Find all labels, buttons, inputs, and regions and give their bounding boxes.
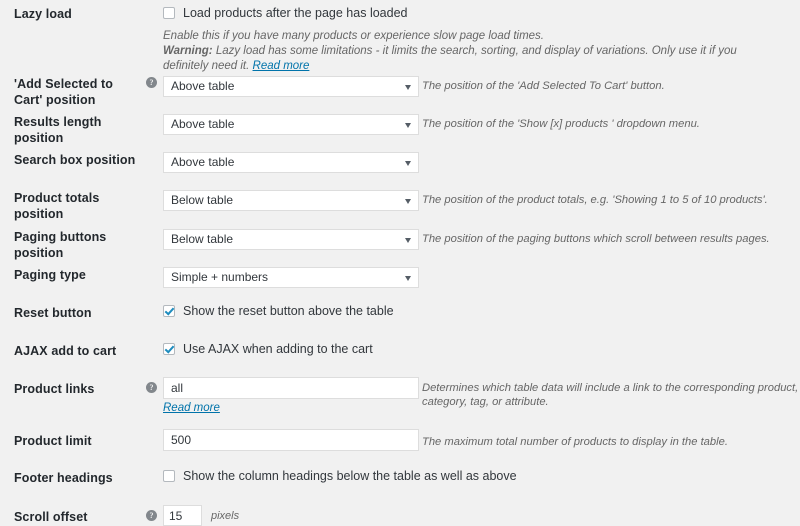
select-value: Above table [171, 79, 235, 93]
field-product-totals-position: Below table [163, 190, 419, 211]
field-footer-headings: Show the column headings below the table… [163, 469, 517, 483]
scroll-offset-control: pixels [163, 505, 239, 526]
chevron-down-icon [405, 199, 411, 204]
input-scroll-offset[interactable] [163, 505, 202, 526]
chevron-down-icon [405, 238, 411, 243]
description-lazy-load-line1: Enable this if you have many products or… [163, 30, 544, 42]
field-scroll-offset: pixels [163, 505, 239, 526]
label-paging-type: Paging type [14, 268, 86, 282]
select-value: Above table [171, 117, 235, 131]
checkbox-lazy-load-row[interactable]: Load products after the page has loaded [163, 6, 783, 20]
chevron-down-icon [405, 123, 411, 128]
select-add-selected-to-cart-position[interactable]: Above table [163, 76, 419, 97]
description-product-limit: The maximum total number of products to … [422, 436, 728, 448]
chevron-down-icon [405, 85, 411, 90]
chevron-down-icon [405, 276, 411, 281]
field-reset-button: Show the reset button above the table [163, 304, 394, 318]
input-product-links[interactable] [163, 377, 419, 399]
description-lazy-load: Enable this if you have many products or… [163, 29, 783, 74]
description-product-totals-position: The position of the product totals, e.g.… [422, 194, 768, 206]
select-paging-buttons-position[interactable]: Below table [163, 229, 419, 250]
label-product-limit: Product limit [14, 434, 92, 448]
plugin-settings-form: Lazy load Load products after the page h… [0, 0, 800, 526]
checkbox-lazy-load-label: Load products after the page has loaded [183, 6, 408, 20]
read-more-link-product-links[interactable]: Read more [163, 402, 220, 414]
chevron-down-icon [405, 161, 411, 166]
description-lazy-load-warning: Warning: Lazy load has some limitations … [163, 44, 783, 74]
checkbox-footer-headings-row[interactable]: Show the column headings below the table… [163, 469, 517, 483]
field-ajax-add-to-cart: Use AJAX when adding to the cart [163, 342, 373, 356]
label-lazy-load: Lazy load [14, 7, 72, 21]
field-product-links: Read more [163, 377, 419, 414]
select-product-totals-position[interactable]: Below table [163, 190, 419, 211]
input-product-limit[interactable] [163, 429, 419, 451]
checkbox-ajax-add-to-cart-row[interactable]: Use AJAX when adding to the cart [163, 342, 373, 356]
label-paging-buttons-position: Paging buttons position [14, 230, 107, 260]
checkbox-footer-headings-label: Show the column headings below the table… [183, 469, 517, 483]
checkbox-reset-button[interactable] [163, 305, 175, 317]
select-value: Below table [171, 232, 234, 246]
field-product-limit [163, 429, 419, 451]
help-icon[interactable]: ? [146, 77, 157, 88]
field-paging-type: Simple + numbers [163, 267, 419, 288]
select-value: Above table [171, 155, 235, 169]
checkbox-footer-headings[interactable] [163, 470, 175, 482]
select-search-box-position[interactable]: Above table [163, 152, 419, 173]
select-value: Below table [171, 193, 234, 207]
scroll-offset-unit: pixels [211, 509, 240, 522]
field-search-box-position: Above table [163, 152, 419, 173]
select-value: Simple + numbers [171, 270, 269, 284]
field-results-length-position: Above table [163, 114, 419, 135]
label-search-box-position: Search box position [14, 153, 136, 167]
label-results-length-position: Results length position [14, 115, 102, 145]
checkbox-lazy-load[interactable] [163, 7, 175, 19]
select-results-length-position[interactable]: Above table [163, 114, 419, 135]
checkbox-ajax-add-to-cart-label: Use AJAX when adding to the cart [183, 342, 373, 356]
field-paging-buttons-position: Below table [163, 229, 419, 250]
label-reset-button: Reset button [14, 306, 92, 320]
warning-text: Lazy load has some limitations - it limi… [163, 45, 737, 72]
label-product-totals-position: Product totals position [14, 191, 100, 221]
warning-prefix: Warning: [163, 45, 213, 57]
select-paging-type[interactable]: Simple + numbers [163, 267, 419, 288]
read-more-link-lazy-load[interactable]: Read more [253, 60, 310, 72]
field-lazy-load: Load products after the page has loaded … [163, 6, 783, 74]
checkbox-reset-button-label: Show the reset button above the table [183, 304, 394, 318]
description-results-length-position: The position of the 'Show [x] products '… [422, 118, 700, 130]
label-add-selected-to-cart-position: 'Add Selected to Cart' position [14, 77, 114, 107]
read-more-wrap-product-links: Read more [163, 402, 419, 414]
label-ajax-add-to-cart: AJAX add to cart [14, 344, 117, 358]
help-icon[interactable]: ? [146, 382, 157, 393]
field-add-selected-to-cart-position: Above table [163, 76, 419, 97]
checkbox-ajax-add-to-cart[interactable] [163, 343, 175, 355]
label-scroll-offset: Scroll offset [14, 510, 88, 524]
label-footer-headings: Footer headings [14, 471, 113, 485]
description-product-links: Determines which table data will include… [422, 382, 799, 408]
description-add-selected-to-cart-position: The position of the 'Add Selected To Car… [422, 80, 665, 92]
label-product-links: Product links [14, 382, 95, 396]
description-paging-buttons-position: The position of the paging buttons which… [422, 233, 770, 245]
checkbox-reset-button-row[interactable]: Show the reset button above the table [163, 304, 394, 318]
help-icon[interactable]: ? [146, 510, 157, 521]
